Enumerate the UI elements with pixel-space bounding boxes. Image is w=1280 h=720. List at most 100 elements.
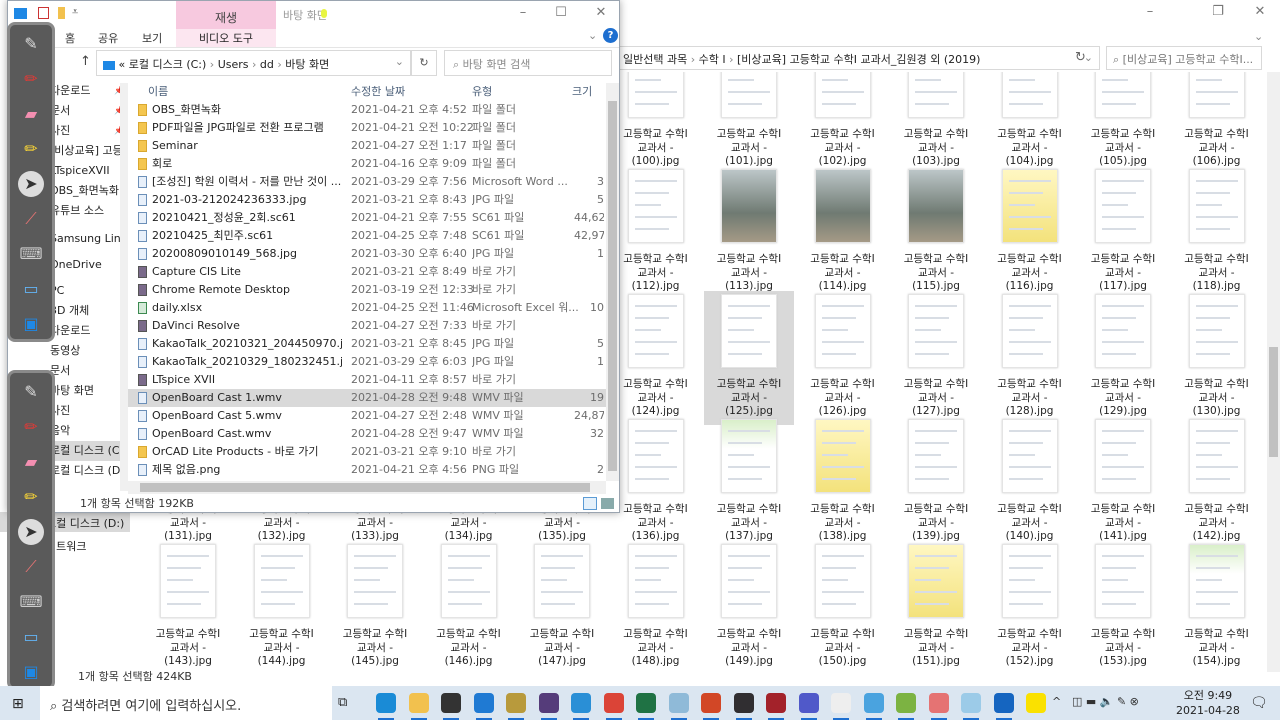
thumbnail-item[interactable]: 고등학교 수학I 교과서 - (100).jpg	[611, 72, 701, 169]
help-icon[interactable]: ?	[603, 28, 618, 43]
thumbnail-item[interactable]: 고등학교 수학I 교과서 - (126).jpg	[798, 294, 888, 419]
horizontal-scrollbar[interactable]	[128, 481, 606, 494]
thumbnail-item[interactable]: 고등학교 수학I 교과서 - (152).jpg	[985, 544, 1075, 669]
thumbnail-item[interactable]: 고등학교 수학I 교과서 - (139).jpg	[891, 419, 981, 544]
thumbnail-item[interactable]: 고등학교 수학I 교과서 - (144).jpg	[237, 544, 327, 669]
maximize-button[interactable]: ☐	[546, 5, 576, 25]
address-bar[interactable]: 일반선택 과목 › 수학 I › [비상교육] 고등학교 수학I 교과서_김원경…	[616, 46, 1100, 70]
display-icon[interactable]: ▣	[18, 659, 44, 685]
app-icon[interactable]	[506, 693, 526, 720]
thumbnail-item[interactable]: 고등학교 수학I 교과서 - (143).jpg	[143, 544, 233, 669]
thumbnail-item[interactable]: 고등학교 수학I 교과서 - (153).jpg	[1078, 544, 1168, 669]
thumbnail-item[interactable]: 고등학교 수학I 교과서 - (151).jpg	[891, 544, 981, 669]
nav-item[interactable]: 바탕 화면	[50, 381, 128, 401]
whiteboard-icon[interactable]	[831, 693, 851, 720]
nav-item[interactable]: 사진	[50, 401, 128, 421]
thumbnail-item[interactable]: 고등학교 수학I 교과서 - (115).jpg	[891, 169, 981, 294]
close-button[interactable]: ✕	[1245, 4, 1275, 24]
thumbnail-item[interactable]: 고등학교 수학I 교과서 - (137).jpg	[704, 419, 794, 544]
nav-item[interactable]: LTspiceXVII	[50, 161, 128, 181]
thumbnail-item[interactable]: 고등학교 수학I 교과서 - (149).jpg	[704, 544, 794, 669]
file-row[interactable]: OpenBoard Cast 1.wmv 2021-04-28 오전 9:48 WM…	[128, 389, 606, 407]
chevron-down-icon[interactable]: ⌄	[395, 55, 404, 68]
close-button[interactable]: ✕	[586, 5, 616, 25]
capture-icon[interactable]: ▭	[18, 624, 44, 650]
thumbnail-item[interactable]: 고등학교 수학I 교과서 - (118).jpg	[1172, 169, 1262, 294]
file-row[interactable]: OBS_화면녹화 2021-04-21 오후 4:52 파일 폴더	[128, 101, 606, 119]
thumbnail-item[interactable]: 고등학교 수학I 교과서 - (138).jpg	[798, 419, 888, 544]
ltspice-icon[interactable]	[766, 693, 786, 720]
customize-quick-access-icon[interactable]: ⩡	[72, 5, 78, 19]
breadcrumb-item[interactable]: Users	[218, 58, 249, 71]
nav-item[interactable]: 다운로드 📌	[50, 81, 128, 101]
tab-home[interactable]: 홈	[65, 30, 75, 46]
thumbnail-item[interactable]: 고등학교 수학I 교과서 - (116).jpg	[985, 169, 1075, 294]
thumbnail-item[interactable]: 고등학교 수학I 교과서 - (105).jpg	[1078, 72, 1168, 169]
thumbnail-item[interactable]: 고등학교 수학I 교과서 - (101).jpg	[704, 72, 794, 169]
nav-item[interactable]: 유튜브 소스	[50, 201, 128, 221]
tab-play-context[interactable]: 재생	[176, 1, 276, 29]
file-row[interactable]: [조성진] 학원 이력서 - 저를 만난 것이 ... 2021-03-29 오후…	[128, 173, 606, 191]
thumbnail-item[interactable]: 고등학교 수학I 교과서 - (114).jpg	[798, 169, 888, 294]
thumbnail-item[interactable]: 고등학교 수학I 교과서 - (128).jpg	[985, 294, 1075, 419]
taskbar-search-input[interactable]: ⌕ 검색하려면 여기에 입력하십시오.	[40, 686, 332, 720]
teams-icon[interactable]	[798, 693, 819, 720]
red-pen-icon[interactable]: ✏	[18, 66, 44, 92]
search-input[interactable]: ⌕ [비상교육] 고등학교 수학I...	[1106, 46, 1262, 70]
app2-icon[interactable]	[538, 693, 559, 720]
thumbnail-item[interactable]: 고등학교 수학I 교과서 - (150).jpg	[798, 544, 888, 669]
breadcrumb-item[interactable]: 수학 I	[699, 53, 726, 66]
refresh-icon[interactable]: ↻	[1075, 50, 1086, 65]
tab-share[interactable]: 공유	[98, 30, 118, 46]
properties-icon[interactable]	[38, 7, 49, 19]
laser-pointer-icon[interactable]: ⟋	[18, 554, 44, 580]
show-hidden-icons[interactable]: ^	[1052, 695, 1061, 708]
thumbnail-item[interactable]: 고등학교 수학I 교과서 - (124).jpg	[611, 294, 701, 419]
thumbnail-item[interactable]: 고등학교 수학I 교과서 - (147).jpg	[517, 544, 607, 669]
file-row[interactable]: 제목 없음.png 2021-04-21 오후 4:56 PNG 파일 2	[128, 461, 606, 479]
powerpoint-icon[interactable]	[701, 693, 721, 720]
thumbnail-item[interactable]: 고등학교 수학I 교과서 - (117).jpg	[1078, 169, 1168, 294]
bluestacks-icon[interactable]	[896, 693, 916, 720]
nav-item[interactable]: 3D 개체	[50, 301, 128, 321]
thumbnail-item[interactable]: 고등학교 수학I 교과서 - (140).jpg	[985, 419, 1075, 544]
breadcrumb-item[interactable]: 바탕 화면	[285, 58, 329, 71]
breadcrumb-item[interactable]: 일반선택 과목	[623, 53, 687, 66]
file-row[interactable]: 2021-03-212024236333.jpg 2021-03-21 오후 8:…	[128, 191, 606, 209]
nav-item[interactable]: 동영상	[50, 341, 128, 361]
thumbnail-item[interactable]: 고등학교 수학I 교과서 - (146).jpg	[424, 544, 514, 669]
column-header-size[interactable]: 크기	[572, 83, 592, 99]
nav-item[interactable]: 다운로드	[50, 321, 128, 341]
tab-video-tools[interactable]: 비디오 도구	[176, 29, 276, 47]
file-row[interactable]: Capture CIS Lite 2021-03-21 오후 8:49 바로 가기	[128, 263, 606, 281]
keyboard-icon[interactable]: ⌨	[18, 241, 44, 267]
file-row[interactable]: 20210425_최민주.sc61 2021-04-25 오후 7:48 SC61 …	[128, 227, 606, 245]
keyboard-icon[interactable]: ⌨	[18, 589, 44, 615]
thumbnail-item[interactable]: 고등학교 수학I 교과서 - (127).jpg	[891, 294, 981, 419]
thumbnail-item[interactable]: 고등학교 수학I 교과서 - (130).jpg	[1172, 294, 1262, 419]
kakaotalk-icon[interactable]	[1026, 693, 1046, 713]
file-explorer-icon[interactable]	[408, 693, 429, 720]
notes-icon[interactable]	[668, 693, 689, 720]
thumbnail-item[interactable]: 고등학교 수학I 교과서 - (112).jpg	[611, 169, 701, 294]
file-row[interactable]: OpenBoard Cast.wmv 2021-04-28 오전 9:47 WMV …	[128, 425, 606, 443]
pointer-icon[interactable]: ➤	[18, 171, 44, 197]
file-row[interactable]: PDF파일을 JPG파일로 전환 프로그램 2021-04-21 오전 10:22…	[128, 119, 606, 137]
file-row[interactable]: LTspice XVII 2021-04-11 오후 8:57 바로 가기	[128, 371, 606, 389]
nav-item[interactable]: OBS_화면녹화	[50, 181, 128, 201]
thumbnail-item[interactable]: 고등학교 수학I 교과서 - (106).jpg	[1172, 72, 1262, 169]
eraser-icon[interactable]: ▰	[18, 101, 44, 127]
file-row[interactable]: DaVinci Resolve 2021-04-27 오전 7:33 바로 가기	[128, 317, 606, 335]
breadcrumb-item[interactable]: dd	[260, 58, 274, 71]
thumbnail-item[interactable]: 고등학교 수학I 교과서 - (141).jpg	[1078, 419, 1168, 544]
vertical-scrollbar[interactable]	[606, 83, 619, 481]
file-row[interactable]: OpenBoard Cast 5.wmv 2021-04-27 오전 2:48 WM…	[128, 407, 606, 425]
display-icon[interactable]: ▣	[18, 311, 44, 337]
thumbnail-item[interactable]: 고등학교 수학I 교과서 - (136).jpg	[611, 419, 701, 544]
nav-item[interactable]: 사진 📌	[50, 121, 128, 141]
search-input[interactable]: ⌕ 바탕 화면 검색	[444, 50, 612, 76]
file-row[interactable]: Chrome Remote Desktop 2021-03-19 오전 12:33…	[128, 281, 606, 299]
nav-scrollbar[interactable]	[120, 83, 128, 491]
pointer-icon[interactable]: ➤	[18, 519, 44, 545]
nav-item[interactable]: [비상교육] 고등학	[50, 141, 128, 161]
